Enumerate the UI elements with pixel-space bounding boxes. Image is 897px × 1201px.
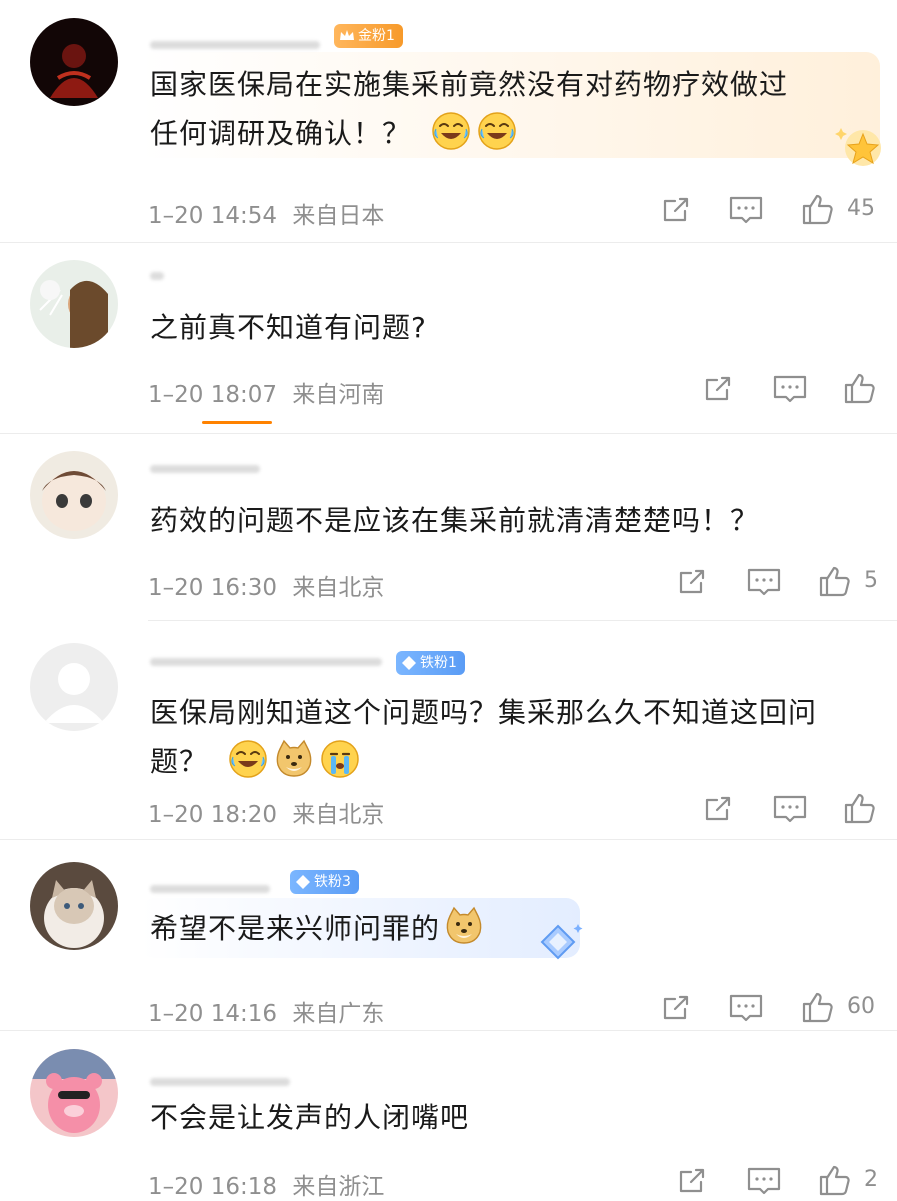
username[interactable] [150,878,270,900]
laugh-cry-emoji-icon [477,111,517,151]
comment-icon[interactable] [772,373,808,405]
badge-label: 金粉1 [358,28,395,44]
comment-icon[interactable] [728,194,764,226]
like-icon[interactable] [843,791,877,825]
location: 来自日本 [292,203,385,229]
laugh-cry-emoji-icon [431,111,471,151]
comment-item: 铁粉3 希望不是来兴师问罪的 1–20 14:16 来自广东 60 [0,840,897,1030]
share-icon[interactable] [676,566,708,598]
comment-text: 之前真不知道有问题? [150,311,427,344]
timestamp: 1–20 18:07 [148,382,277,408]
comment-item: 铁粉1 医保局刚知道这个问题吗？集采那么久不知道这回问 题？ 1–20 18:2… [0,621,897,839]
fan-badge[interactable]: 铁粉1 [396,651,465,675]
location: 来自北京 [292,575,385,601]
comment-meta: 1–20 14:54 来自日本 [148,196,384,230]
avatar[interactable] [30,260,118,348]
comment-text-line: 国家医保局在实施集采前竟然没有对药物疗效做过 [150,68,789,101]
comment-meta: 1–20 16:30 来自北京 [148,568,384,602]
star-decoration-icon [835,128,881,166]
like-icon[interactable] [801,990,835,1024]
timestamp: 1–20 16:30 [148,575,277,601]
timestamp: 1–20 14:16 [148,1001,277,1027]
username[interactable] [150,1071,290,1093]
doge-emoji-icon [444,906,484,946]
comment-text-line: 希望不是来兴师问罪的 [150,912,441,945]
avatar[interactable] [30,643,118,731]
like-icon[interactable] [801,192,835,226]
comment-meta: 1–20 18:20 来自北京 [148,795,384,829]
crown-icon [340,30,354,40]
doge-emoji-icon [274,739,314,779]
share-icon[interactable] [660,992,692,1024]
diamond-decoration-icon [540,924,583,960]
like-icon[interactable] [818,564,852,598]
location: 来自浙江 [292,1174,385,1200]
comment-item: 之前真不知道有问题? 1–20 18:07 来自河南 [0,243,897,433]
like-icon[interactable] [818,1163,852,1197]
comment-text-line-2: 题？ [150,745,209,778]
diamond-icon [296,875,310,889]
like-count: 45 [847,196,875,221]
comment-text: 不会是让发声的人闭嘴吧 [150,1101,470,1134]
like-count: 2 [864,1167,878,1192]
share-icon[interactable] [676,1165,708,1197]
avatar[interactable] [30,18,118,106]
comment-icon[interactable] [772,793,808,825]
comment-icon[interactable] [728,992,764,1024]
comment-text: 希望不是来兴师问罪的 [150,904,490,953]
share-icon[interactable] [702,793,734,825]
share-icon[interactable] [660,194,692,226]
laugh-cry-emoji-icon [228,739,268,779]
like-count: 60 [847,994,875,1019]
location: 来自河南 [292,382,385,408]
timestamp: 1–20 18:20 [148,802,277,828]
comment-text-line-2: 任何调研及确认！？ [150,117,412,150]
comment-text: 医保局刚知道这个问题吗？集采那么久不知道这回问 题？ [150,688,890,786]
share-icon[interactable] [702,373,734,405]
comment-meta: 1–20 14:16 来自广东 [148,994,384,1028]
orange-underline [202,421,272,424]
comment-text: 药效的问题不是应该在集采前就清清楚楚吗！？ [150,504,760,537]
avatar[interactable] [30,451,118,539]
username[interactable] [150,34,320,56]
diamond-icon [402,656,416,670]
comment-icon[interactable] [746,566,782,598]
like-icon[interactable] [843,371,877,405]
fan-badge[interactable]: 金粉1 [334,24,403,48]
comment-text-line: 任何调研及确认！？ [150,109,880,158]
comment-meta: 1–20 16:18 来自浙江 [148,1167,384,1201]
location: 来自北京 [292,802,385,828]
timestamp: 1–20 16:18 [148,1174,277,1200]
username[interactable] [150,265,164,287]
like-count: 5 [864,568,878,593]
crying-emoji-icon [320,739,360,779]
comment-item: 药效的问题不是应该在集采前就清清楚楚吗！？ 1–20 16:30 来自北京 5 [0,434,897,620]
badge-label: 铁粉1 [420,655,457,671]
comment-item: 不会是让发声的人闭嘴吧 1–20 16:18 来自浙江 2 [0,1031,897,1200]
avatar[interactable] [30,1049,118,1137]
comment-text-line: 医保局刚知道这个问题吗？集采那么久不知道这回问 [150,696,818,729]
username[interactable] [150,651,382,673]
comment-text: 国家医保局在实施集采前竟然没有对药物疗效做过 任何调研及确认！？ [150,60,880,158]
timestamp: 1–20 14:54 [148,203,277,229]
location: 来自广东 [292,1001,385,1027]
comment-meta: 1–20 18:07 来自河南 [148,375,384,409]
badge-label: 铁粉3 [314,874,351,890]
comment-text-line: 题？ [150,737,890,786]
fan-badge[interactable]: 铁粉3 [290,870,359,894]
username[interactable] [150,458,260,480]
comment-icon[interactable] [746,1165,782,1197]
avatar[interactable] [30,862,118,950]
comment-item: 金粉1 国家医保局在实施集采前竟然没有对药物疗效做过 任何调研及确认！？ 1–2… [0,0,897,242]
